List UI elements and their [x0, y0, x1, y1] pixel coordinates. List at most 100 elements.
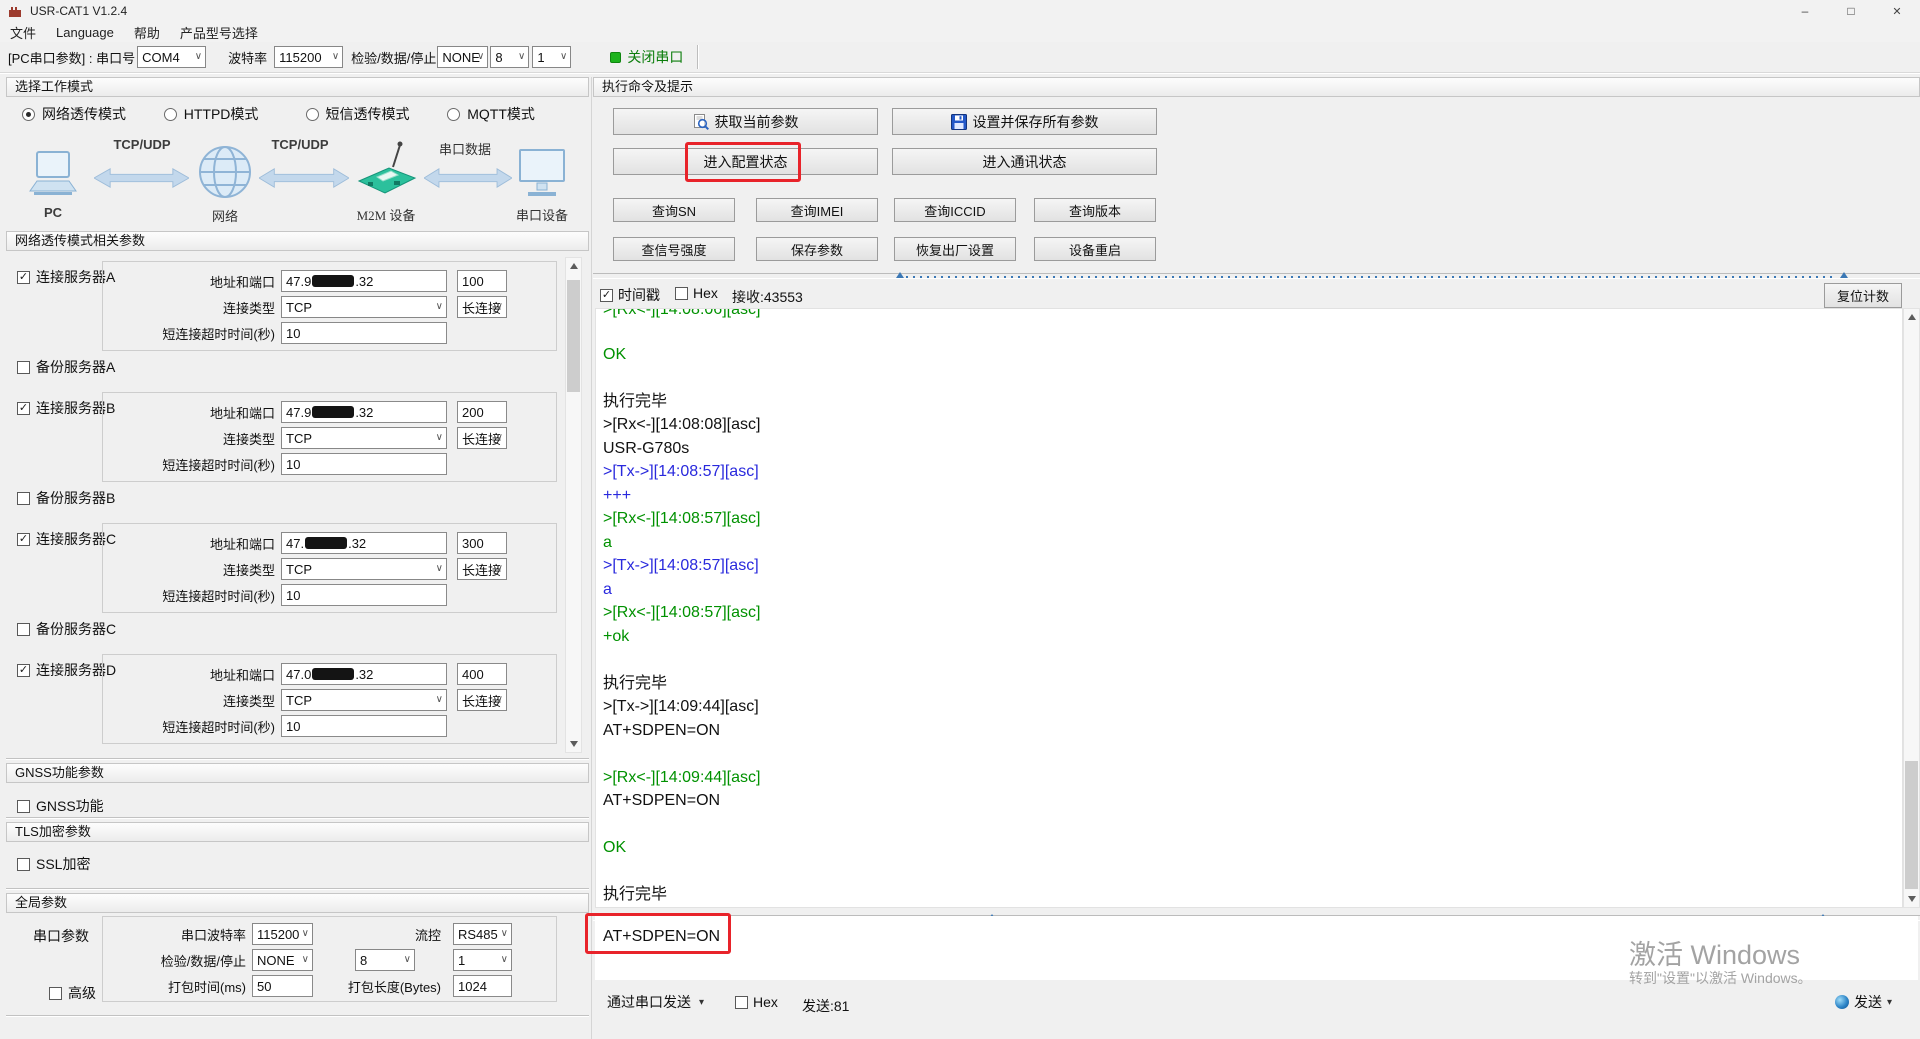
g-baud-select[interactable]: 115200 ∨: [252, 923, 313, 945]
conn-type-select[interactable]: TCP ∨: [281, 689, 447, 711]
radio-button[interactable]: [22, 107, 35, 121]
query-iccid-button[interactable]: 查询ICCID: [894, 198, 1016, 222]
send-hex-checkbox-row[interactable]: Hex: [735, 994, 778, 1010]
conn-type-select[interactable]: TCP ∨: [281, 296, 447, 318]
scrollbar-thumb[interactable]: [1905, 761, 1918, 889]
conn-type-select[interactable]: TCP ∨: [281, 427, 447, 449]
query-version-button[interactable]: 查询版本: [1034, 198, 1156, 222]
enter-comm-button[interactable]: 进入通讯状态: [892, 148, 1157, 175]
databits-select[interactable]: 8 ∨: [490, 46, 530, 68]
address-input[interactable]: 47. .32: [281, 532, 447, 554]
keepalive-select[interactable]: 长连接 ∨: [457, 689, 507, 711]
backup-server-checkbox-row[interactable]: 备份服务器B: [17, 490, 563, 506]
log-splitter-top[interactable]: [593, 272, 1920, 279]
work-mode-option[interactable]: 网络透传模式: [22, 104, 164, 124]
keepalive-select[interactable]: 长连接 ∨: [457, 558, 507, 580]
send-command-text[interactable]: AT+SDPEN=ON: [603, 928, 720, 946]
parity-select[interactable]: NONE ∨: [437, 46, 489, 68]
checkbox-unchecked[interactable]: [17, 360, 30, 374]
checkbox-unchecked[interactable]: [49, 986, 62, 1000]
keepalive-select[interactable]: 长连接 ∨: [457, 296, 507, 318]
stopbits-select[interactable]: 1 ∨: [532, 46, 572, 68]
maximize-button[interactable]: □: [1828, 0, 1874, 22]
baud-select[interactable]: 115200 ∨: [274, 46, 344, 68]
splitter-collapse-icon[interactable]: [1840, 272, 1848, 278]
query-imei-button[interactable]: 查询IMEI: [756, 198, 878, 222]
com-port-select[interactable]: COM4 ∨: [137, 46, 207, 68]
connect-server-checkbox-row[interactable]: ✓ 连接服务器B: [17, 398, 115, 418]
menu-item[interactable]: 产品型号选择: [170, 23, 268, 42]
params-scrollbar[interactable]: [565, 257, 582, 753]
checkbox-unchecked[interactable]: [17, 622, 30, 636]
connect-server-checkbox-row[interactable]: ✓ 连接服务器A: [17, 267, 115, 287]
keepalive-select[interactable]: 长连接 ∨: [457, 427, 507, 449]
send-button[interactable]: 发送 ▾: [1835, 992, 1892, 1012]
port-input[interactable]: 200: [457, 401, 507, 423]
pack-len-input[interactable]: 1024: [453, 975, 512, 997]
g-parity-select[interactable]: NONE ∨: [252, 949, 313, 971]
checkbox-checked[interactable]: ✓: [17, 663, 30, 677]
address-input[interactable]: 47.9.32: [281, 401, 447, 423]
radio-button[interactable]: [305, 107, 319, 121]
menu-item[interactable]: Language: [46, 25, 124, 40]
scroll-up-icon[interactable]: [1904, 309, 1919, 325]
conn-type-select[interactable]: TCP ∨: [281, 558, 447, 580]
pack-time-input[interactable]: 50: [252, 975, 313, 997]
port-input[interactable]: 100: [457, 270, 507, 292]
send-via-serial-button[interactable]: 通过串口发送 ▾: [599, 989, 712, 1015]
checkbox-checked[interactable]: ✓: [17, 532, 30, 546]
radio-button[interactable]: [447, 107, 461, 121]
checkbox-unchecked[interactable]: [17, 799, 30, 813]
checkbox-unchecked[interactable]: [17, 857, 30, 871]
g-stopbits-select[interactable]: 1 ∨: [453, 949, 512, 971]
port-input[interactable]: 300: [457, 532, 507, 554]
log-output[interactable]: >[Rx<-][14:08:06][asc] OK 执行完毕 >[Rx<-][1…: [595, 308, 1903, 908]
backup-server-checkbox-row[interactable]: 备份服务器A: [17, 359, 563, 375]
checkbox-unchecked[interactable]: [17, 491, 30, 505]
port-input[interactable]: 400: [457, 663, 507, 685]
timestamp-checkbox-row[interactable]: ✓ 时间戳: [600, 285, 660, 305]
work-mode-option[interactable]: 短信透传模式: [305, 104, 448, 124]
address-input[interactable]: 47.0.32: [281, 663, 447, 685]
reboot-button[interactable]: 设备重启: [1034, 237, 1156, 261]
checkbox-checked[interactable]: ✓: [17, 401, 30, 415]
enter-config-button[interactable]: 进入配置状态: [613, 148, 878, 175]
save-params-button[interactable]: 保存参数: [756, 237, 878, 261]
backup-server-checkbox-row[interactable]: 备份服务器C: [17, 621, 563, 637]
save-all-params-button[interactable]: 设置并保存所有参数: [892, 108, 1157, 135]
timeout-input[interactable]: 10: [281, 453, 447, 475]
checkbox-unchecked[interactable]: [675, 286, 688, 300]
query-sn-button[interactable]: 查询SN: [613, 198, 735, 222]
checkbox-unchecked[interactable]: [735, 995, 748, 1009]
splitter-collapse-icon[interactable]: [896, 272, 904, 278]
g-databits-select[interactable]: 8 ∨: [355, 949, 415, 971]
radio-button[interactable]: [163, 107, 177, 121]
checkbox-checked[interactable]: ✓: [17, 270, 30, 284]
address-input[interactable]: 47.9.32: [281, 270, 447, 292]
scroll-down-icon[interactable]: [1904, 891, 1919, 907]
menu-item[interactable]: 文件: [0, 23, 46, 42]
work-mode-option[interactable]: MQTT模式: [447, 104, 589, 124]
get-params-button[interactable]: 获取当前参数: [613, 108, 878, 135]
query-signal-button[interactable]: 查信号强度: [613, 237, 735, 261]
scroll-down-icon[interactable]: [566, 736, 581, 752]
checkbox-checked[interactable]: ✓: [600, 288, 613, 302]
menu-item[interactable]: 帮助: [124, 23, 170, 42]
timeout-input[interactable]: 10: [281, 715, 447, 737]
minimize-button[interactable]: –: [1782, 0, 1828, 22]
advanced-checkbox-row[interactable]: 高级: [49, 983, 96, 1003]
scrollbar-thumb[interactable]: [567, 280, 580, 392]
scroll-up-icon[interactable]: [566, 258, 581, 274]
close-button[interactable]: ✕: [1874, 0, 1920, 22]
close-port-button[interactable]: 关闭串口: [627, 47, 683, 67]
flow-select[interactable]: RS485 ∨: [453, 923, 512, 945]
gnss-checkbox-row[interactable]: GNSS功能: [17, 796, 104, 816]
log-scrollbar[interactable]: [1903, 308, 1920, 908]
ssl-checkbox-row[interactable]: SSL加密: [17, 854, 90, 874]
hex-view-checkbox-row[interactable]: Hex: [675, 285, 718, 301]
reset-count-button[interactable]: 复位计数: [1824, 283, 1902, 308]
work-mode-option[interactable]: HTTPD模式: [163, 104, 306, 124]
timeout-input[interactable]: 10: [281, 584, 447, 606]
splitter-handle[interactable]: [906, 276, 1836, 278]
factory-reset-button[interactable]: 恢复出厂设置: [894, 237, 1016, 261]
